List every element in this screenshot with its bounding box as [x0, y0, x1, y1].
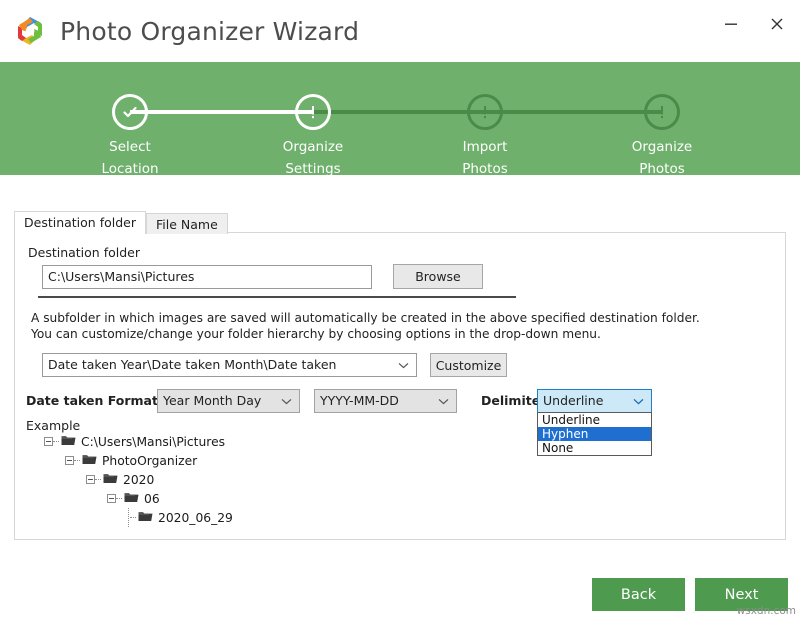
delimiter-option-none[interactable]: None — [538, 441, 651, 455]
expander-minus-icon[interactable] — [65, 456, 74, 465]
tab-file-name[interactable]: File Name — [146, 213, 228, 234]
tree-node-label: 06 — [144, 491, 160, 506]
tree-node-label: C:\Users\Mansi\Pictures — [81, 434, 226, 449]
date-pattern-value: YYYY-MM-DD — [320, 393, 399, 408]
delimiter-value: Underline — [543, 393, 604, 408]
chevron-down-icon — [398, 354, 409, 376]
browse-button[interactable]: Browse — [393, 264, 483, 289]
step-select-location[interactable]: Select Location — [50, 94, 210, 181]
tree-row[interactable]: 06 — [28, 489, 233, 508]
example-heading: Example — [26, 418, 81, 433]
date-taken-format-label: Date taken Format — [26, 393, 158, 408]
tree-row[interactable]: PhotoOrganizer — [28, 451, 233, 470]
app-title: Photo Organizer Wizard — [60, 16, 360, 46]
folder-icon — [124, 490, 139, 508]
watermark: wsxdn.com — [736, 605, 796, 617]
folder-hierarchy-value: Date taken Year\Date taken Month\Date ta… — [48, 357, 337, 372]
step-connector-1 — [130, 110, 313, 114]
folder-icon — [138, 509, 153, 527]
customize-button[interactable]: Customize — [430, 353, 507, 377]
close-button[interactable] — [754, 1, 800, 47]
tab-destination-folder[interactable]: Destination folder — [14, 211, 146, 234]
step-label-3-line1: Import — [462, 139, 508, 155]
example-folder-tree: C:\Users\Mansi\Pictures PhotoOrganizer 2… — [28, 432, 233, 527]
check-icon — [112, 94, 148, 130]
tree-node-label: PhotoOrganizer — [102, 453, 198, 468]
chevron-down-icon — [633, 390, 644, 412]
expander-minus-icon[interactable] — [86, 475, 95, 484]
wizard-stepper: Select Location Organize Settings Import… — [0, 62, 800, 177]
step-label-4-line2: Photos — [639, 160, 685, 177]
folder-icon — [61, 433, 76, 451]
app-logo-icon — [12, 13, 48, 49]
destination-folder-label: Destination folder — [28, 245, 140, 260]
step-label-1: Select Location — [50, 137, 210, 181]
chevron-down-icon — [281, 390, 292, 412]
step-label-2-line1: Organize — [282, 139, 344, 155]
step-organize-photos[interactable]: Organize Photos — [582, 94, 742, 181]
back-button[interactable]: Back — [592, 578, 685, 611]
step-label-1-line1: Select — [109, 139, 151, 155]
tree-node-label: 2020 — [123, 472, 155, 487]
step-label-4-line1: Organize — [631, 139, 693, 155]
delimiter-select[interactable]: Underline — [537, 389, 652, 413]
step-label-1-line2: Location — [101, 160, 159, 177]
expander-minus-icon[interactable] — [44, 437, 53, 446]
exclamation-icon — [295, 94, 331, 130]
folder-icon — [82, 452, 97, 470]
folder-icon — [103, 471, 118, 489]
delimiter-option-hyphen[interactable]: Hyphen — [538, 427, 651, 441]
step-label-2-line2: Settings — [285, 160, 341, 177]
tree-row[interactable]: 2020 — [28, 470, 233, 489]
expander-minus-icon[interactable] — [107, 494, 116, 503]
date-order-select[interactable]: Year Month Day — [157, 389, 300, 413]
folder-hierarchy-select[interactable]: Date taken Year\Date taken Month\Date ta… — [42, 353, 417, 377]
chevron-down-icon — [438, 390, 449, 412]
window-controls — [708, 0, 800, 48]
minimize-button[interactable] — [708, 1, 754, 47]
date-order-value: Year Month Day — [163, 393, 262, 408]
step-organize-settings[interactable]: Organize Settings — [233, 94, 393, 181]
subfolder-description-line2: You can customize/change your folder hie… — [31, 327, 601, 341]
delimiter-dropdown-list[interactable]: Underline Hyphen None — [537, 412, 652, 456]
tree-node-label: 2020_06_29 — [158, 510, 233, 525]
step-import-photos[interactable]: Import Photos — [405, 94, 565, 181]
delimiter-option-underline[interactable]: Underline — [538, 413, 651, 427]
step-label-2: Organize Settings — [233, 137, 393, 181]
step-label-4: Organize Photos — [582, 137, 742, 181]
step-label-3: Import Photos — [405, 137, 565, 181]
step-connector-2 — [313, 110, 485, 114]
destination-folder-input[interactable]: C:\Users\Mansi\Pictures — [42, 265, 372, 289]
title-bar: Photo Organizer Wizard — [0, 0, 800, 62]
section-divider — [38, 296, 516, 298]
subfolder-description-line1: A subfolder in which images are saved wi… — [31, 311, 700, 325]
date-pattern-select[interactable]: YYYY-MM-DD — [314, 389, 457, 413]
tree-row[interactable]: C:\Users\Mansi\Pictures — [28, 432, 233, 451]
step-label-3-line2: Photos — [462, 160, 508, 177]
step-connector-3 — [485, 110, 662, 114]
tree-row[interactable]: 2020_06_29 — [28, 508, 233, 527]
exclamation-icon — [467, 94, 503, 130]
exclamation-icon — [644, 94, 680, 130]
tab-strip: Destination folder File Name — [14, 211, 228, 234]
